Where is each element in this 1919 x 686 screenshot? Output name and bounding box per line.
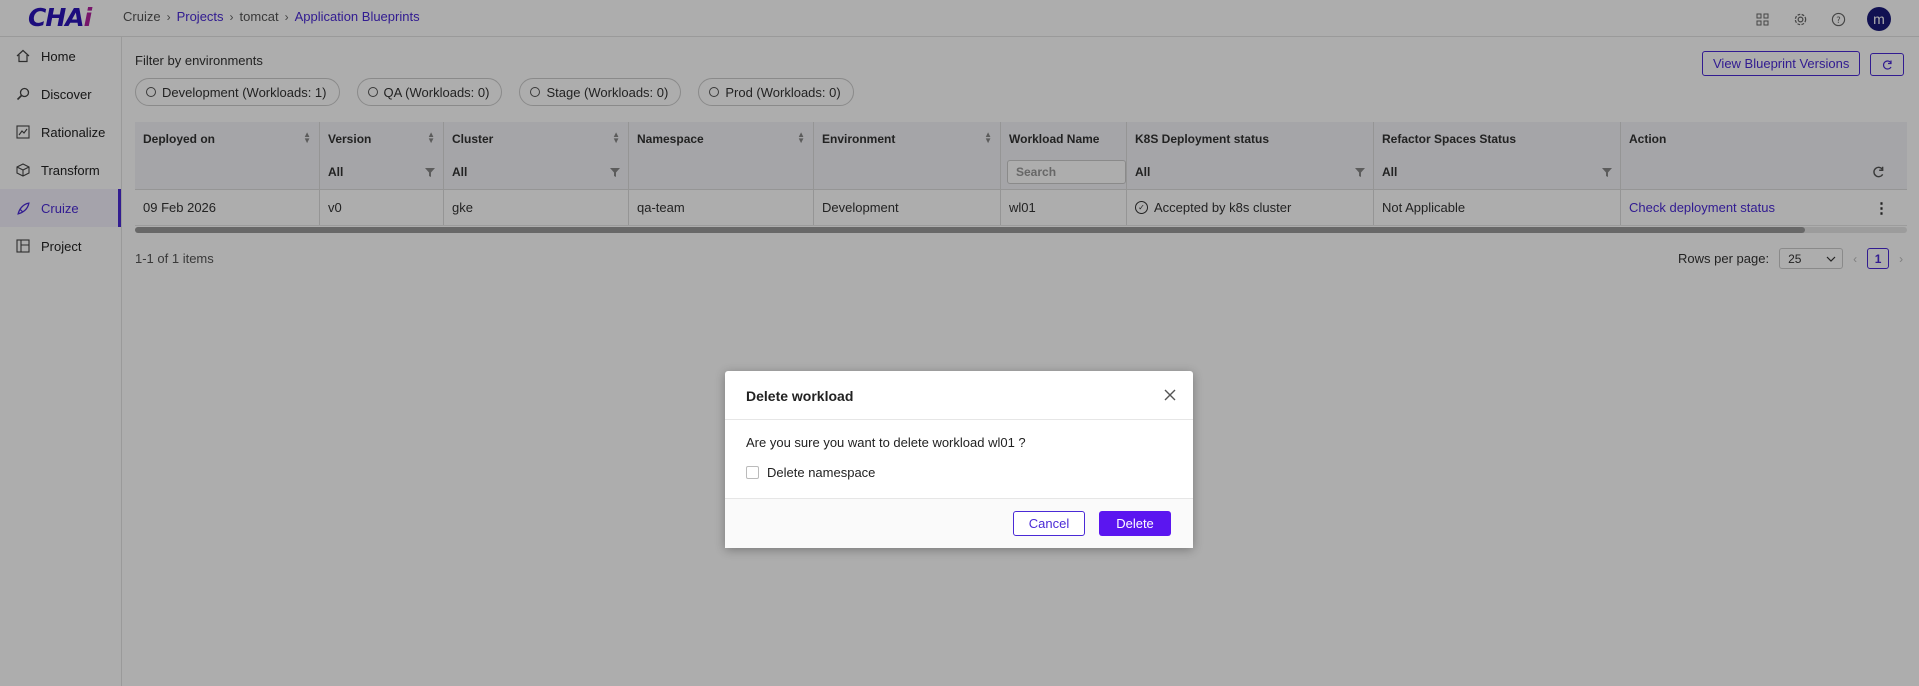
delete-namespace-label: Delete namespace <box>767 465 876 480</box>
delete-namespace-option[interactable]: Delete namespace <box>746 465 875 480</box>
dialog-message: Are you sure you want to delete workload… <box>746 435 1026 450</box>
dialog-footer: Cancel Delete <box>725 499 1193 548</box>
modal-backdrop[interactable] <box>0 0 1919 686</box>
delete-namespace-checkbox[interactable] <box>746 466 759 479</box>
dialog-body: Are you sure you want to delete workload… <box>725 420 1193 499</box>
delete-workload-dialog: Delete workload Are you sure you want to… <box>725 371 1193 548</box>
cancel-button[interactable]: Cancel <box>1013 511 1085 536</box>
close-icon[interactable] <box>1163 388 1177 402</box>
delete-button[interactable]: Delete <box>1099 511 1171 536</box>
dialog-header: Delete workload <box>725 371 1193 420</box>
dialog-title: Delete workload <box>746 388 854 404</box>
